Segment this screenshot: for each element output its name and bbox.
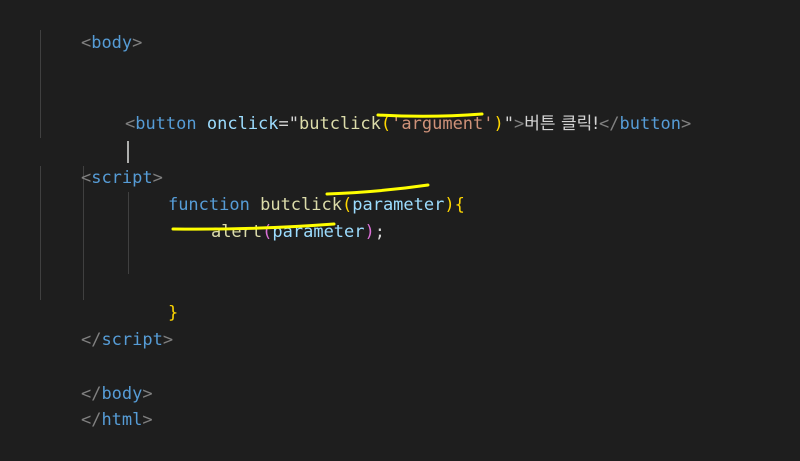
code-line-html-close: </html> (40, 380, 153, 430)
tag-name: script (101, 330, 163, 350)
tag-bracket: > (680, 114, 692, 134)
tag-bracket: < (80, 168, 92, 188)
paren: ( (262, 222, 273, 242)
paren: ( (380, 114, 392, 134)
tag-bracket: > (514, 114, 525, 134)
code-line-script-close: </script> (40, 300, 173, 350)
semicolon: ; (374, 222, 386, 242)
code-line-script-open: <script> (40, 138, 163, 188)
tag-bracket: > (142, 410, 153, 430)
parameter-name: parameter (272, 222, 365, 242)
code-line-function-decl: function butclick(parameter){ (127, 165, 465, 215)
function-call: alert (210, 222, 263, 242)
code-line-body-open: <body> (40, 3, 142, 53)
text-cursor (127, 141, 129, 163)
attribute-equals: =" (278, 114, 300, 134)
tag-name: body (91, 33, 133, 53)
attribute-quote: " (503, 114, 515, 134)
function-call: butclick (299, 114, 381, 134)
code-line-alert: alert(parameter); (170, 192, 385, 242)
tag-bracket: </ (80, 410, 102, 430)
code-line-close-brace: } (127, 273, 178, 323)
tag-bracket: < (80, 33, 92, 53)
paren: ) (364, 222, 375, 242)
button-label-text: 버튼 클릭! (524, 114, 600, 134)
attribute-name: onclick (206, 114, 279, 134)
tag-bracket: < (124, 114, 136, 134)
tag-bracket: > (162, 330, 174, 350)
tag-bracket: </ (599, 114, 620, 134)
paren: ) (444, 195, 455, 215)
code-line-button: <button onclick="butclick('argument')">버… (84, 84, 691, 134)
code-line-body-close: </body> (40, 354, 153, 404)
line-number-gutter (0, 0, 6, 416)
tag-bracket: > (132, 33, 143, 53)
paren: ) (493, 114, 504, 134)
tag-name: html (101, 410, 143, 430)
tag-name: button (619, 114, 681, 134)
tag-name: button (135, 114, 197, 134)
tag-bracket: </ (80, 330, 102, 350)
string-argument: 'argument' (391, 114, 494, 134)
brace: { (454, 195, 465, 215)
code-editor[interactable]: <body> <button onclick="butclick('argume… (0, 0, 800, 430)
